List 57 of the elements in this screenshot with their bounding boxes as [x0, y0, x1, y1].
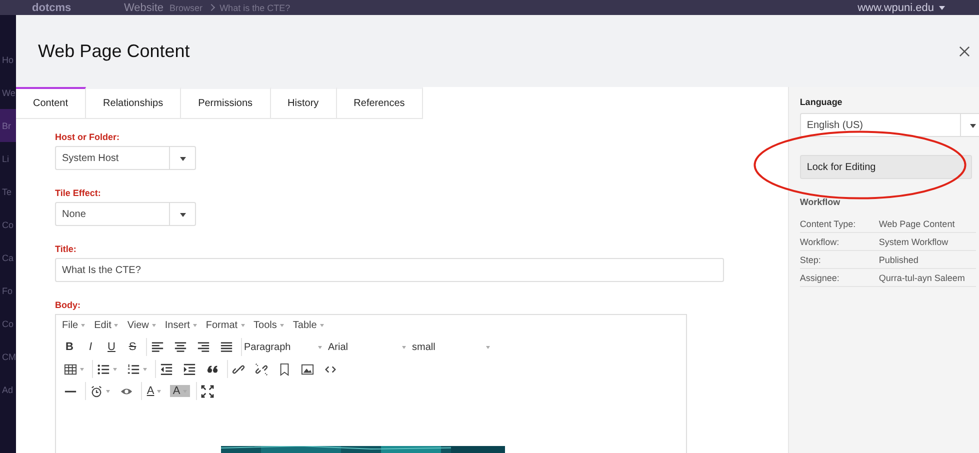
tab[interactable]: Content: [16, 87, 86, 118]
language-select[interactable]: English (US): [800, 113, 979, 137]
tab[interactable]: Permissions: [181, 87, 271, 118]
image-icon[interactable]: [299, 362, 316, 376]
menu-item[interactable]: Insert: [164, 320, 197, 331]
format-dropdown[interactable]: Paragraph: [244, 342, 322, 352]
workflow-field-value: Web Page Content: [878, 218, 955, 228]
field-label: Body:: [55, 300, 82, 310]
table-icon[interactable]: [62, 362, 86, 376]
workflow-field-label: Step:: [800, 254, 822, 264]
select-field[interactable]: None: [55, 202, 196, 226]
section-title: Website: [124, 2, 164, 14]
format-dropdown[interactable]: Arial: [328, 342, 406, 352]
menu-item[interactable]: Format: [206, 320, 245, 331]
workflow-field-value: Published: [878, 254, 918, 264]
logo: dotcms: [32, 2, 72, 14]
close-icon[interactable]: [958, 46, 970, 56]
align-left-icon[interactable]: [149, 340, 166, 354]
menu-item[interactable]: Table: [292, 320, 324, 331]
format-button[interactable]: B: [62, 341, 77, 353]
format-button[interactable]: S: [125, 341, 140, 353]
format-button[interactable]: I: [83, 341, 98, 353]
numbers-icon[interactable]: [125, 362, 149, 376]
outdent-icon[interactable]: [158, 362, 175, 376]
format-button[interactable]: A: [144, 385, 164, 397]
fullscreen-icon[interactable]: [199, 384, 216, 398]
dialog-title: Web Page Content: [38, 40, 190, 62]
workflow-field-value: Qurra-tul-ayn Saleem: [878, 272, 965, 282]
lock-button[interactable]: Lock for Editing: [800, 155, 972, 179]
justify-icon[interactable]: [218, 340, 235, 354]
input-field[interactable]: What Is the CTE?: [55, 258, 724, 282]
link-icon[interactable]: [230, 362, 247, 376]
field-label: Host or Folder:: [55, 132, 120, 142]
unlink-icon[interactable]: [253, 362, 270, 376]
tab[interactable]: Relationships: [86, 87, 182, 118]
format-dropdown[interactable]: small: [412, 342, 490, 352]
bullets-icon[interactable]: [95, 362, 119, 376]
tab[interactable]: References: [336, 87, 423, 118]
workflow-field-value: System Workflow: [878, 236, 948, 246]
tab[interactable]: History: [270, 87, 337, 118]
select-field[interactable]: System Host: [55, 146, 196, 170]
workflow-field-label: Content Type:: [800, 218, 857, 228]
align-center-icon[interactable]: [172, 340, 189, 354]
workflow-field-label: Assignee:: [800, 272, 840, 282]
language-label: Language: [800, 97, 844, 107]
field-label: Title:: [55, 244, 78, 254]
format-button[interactable]: A: [170, 385, 190, 397]
menu-item[interactable]: Edit: [94, 320, 118, 331]
format-button[interactable]: U: [104, 341, 119, 353]
workflow-label: Workflow: [800, 197, 842, 207]
menu-item[interactable]: View: [127, 320, 156, 331]
field-label: Tile Effect:: [55, 188, 102, 198]
workflow-field-label: Workflow:: [800, 236, 840, 246]
align-right-icon[interactable]: [195, 340, 212, 354]
indent-icon[interactable]: [181, 362, 198, 376]
menu-item[interactable]: File: [62, 320, 86, 331]
menu-item[interactable]: Tools: [254, 320, 284, 331]
